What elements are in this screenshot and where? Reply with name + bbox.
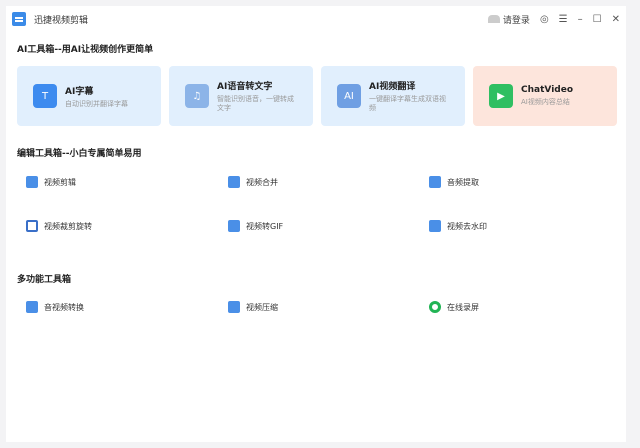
tool-label: 视频压缩 <box>246 302 278 312</box>
ai-speech-to-text-card[interactable]: ♫ AI语音转文字智能识别语音，一键转成文字 <box>169 66 313 126</box>
tool-label: 音视频转换 <box>44 302 84 312</box>
card-title: AI视频翻译 <box>369 82 416 92</box>
maximize-button[interactable]: ☐ <box>593 14 602 25</box>
tool-label: 视频剪辑 <box>44 177 76 187</box>
card-desc: AI视频内容总结 <box>521 98 570 106</box>
menu-icon[interactable]: ☰ <box>559 14 568 25</box>
tool-video-to-gif[interactable]: 视频转GIF <box>228 220 283 232</box>
translate-icon: AI <box>337 84 361 108</box>
tool-label: 视频合并 <box>246 177 278 187</box>
edit-section-title: 编辑工具箱--小白专属简单易用 <box>17 149 142 159</box>
tool-label: 在线录屏 <box>447 302 479 312</box>
tool-label: 视频转GIF <box>246 221 284 231</box>
card-desc: 一键翻译字幕生成双语视频 <box>369 95 446 112</box>
card-title: ChatVideo <box>521 85 574 95</box>
ai-video-translate-card[interactable]: AI AI视频翻译一键翻译字幕生成双语视频 <box>321 66 465 126</box>
chatvideo-icon: ▶ <box>489 84 513 108</box>
subtitle-icon: T <box>33 84 57 108</box>
minimize-button[interactable]: – <box>578 14 583 25</box>
gif-icon <box>228 220 240 232</box>
card-desc: 智能识别语音，一键转成文字 <box>217 95 294 112</box>
tool-video-compress[interactable]: 视频压缩 <box>228 301 278 313</box>
audio-extract-icon <box>429 176 441 188</box>
video-edit-icon <box>26 176 38 188</box>
multi-section-title: 多功能工具箱 <box>17 275 72 285</box>
crop-icon <box>26 220 38 232</box>
tool-label: 音频提取 <box>447 177 479 187</box>
compress-icon <box>228 301 240 313</box>
chatvideo-card[interactable]: ▶ ChatVideo AI视频内容总结 <box>473 66 617 126</box>
tool-video-crop-rotate[interactable]: 视频裁剪旋转 <box>26 220 92 232</box>
tool-video-merge[interactable]: 视频合并 <box>228 176 278 188</box>
watermark-icon <box>429 220 441 232</box>
ai-section-title: AI工具箱--用AI让视频创作更简单 <box>17 45 154 55</box>
tool-label: 视频去水印 <box>447 221 487 231</box>
tool-remove-watermark[interactable]: 视频去水印 <box>429 220 487 232</box>
video-merge-icon <box>228 176 240 188</box>
tool-screen-record[interactable]: 在线录屏 <box>429 301 479 313</box>
card-title: AI语音转文字 <box>217 82 273 92</box>
convert-icon <box>26 301 38 313</box>
avatar-icon <box>487 14 500 23</box>
tool-av-convert[interactable]: 音视频转换 <box>26 301 84 313</box>
record-icon <box>429 301 441 313</box>
tool-label: 视频裁剪旋转 <box>44 221 92 231</box>
tool-video-edit[interactable]: 视频剪辑 <box>26 176 76 188</box>
ai-subtitle-card[interactable]: T AI字幕自动识别并翻译字幕 <box>17 66 161 126</box>
card-title: AI字幕 <box>65 86 94 97</box>
tool-audio-extract[interactable]: 音频提取 <box>429 176 479 188</box>
close-button[interactable]: ✕ <box>612 14 620 25</box>
settings-icon[interactable]: ◎ <box>540 14 549 25</box>
microphone-icon: ♫ <box>185 84 209 108</box>
app-logo-icon <box>12 12 26 26</box>
card-desc: 自动识别并翻译字幕 <box>65 99 128 108</box>
login-label: 请登录 <box>502 15 530 26</box>
title-bar: 迅捷视频剪辑 请登录 ◎ ☰ – ☐ ✕ <box>6 6 626 32</box>
login-button[interactable]: 请登录 <box>487 13 530 26</box>
app-title: 迅捷视频剪辑 <box>34 15 89 26</box>
app-window: 迅捷视频剪辑 请登录 ◎ ☰ – ☐ ✕ AI工具箱--用AI让视频创作更简单 … <box>6 6 626 442</box>
